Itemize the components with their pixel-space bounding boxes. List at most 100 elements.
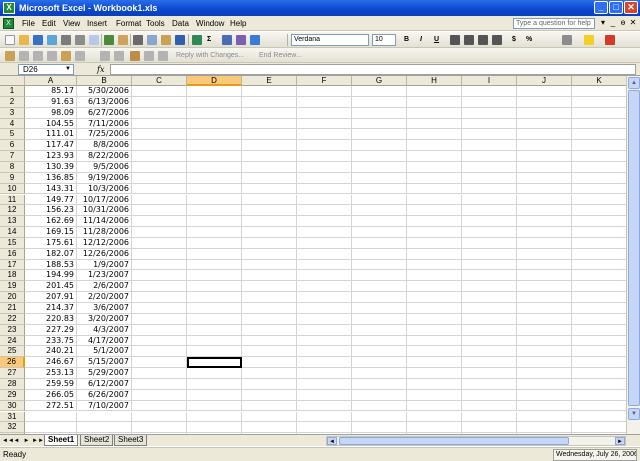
- research-icon[interactable]: [118, 35, 128, 45]
- cell-c30[interactable]: [132, 400, 187, 412]
- cell-g17[interactable]: [352, 259, 407, 271]
- cell-e21[interactable]: [242, 303, 297, 314]
- cell-k17[interactable]: [572, 260, 626, 271]
- cell-f28[interactable]: [297, 378, 352, 390]
- cell-c2[interactable]: [132, 96, 187, 108]
- cell-c29[interactable]: [132, 389, 187, 401]
- cell-e1[interactable]: [242, 86, 297, 97]
- cell-b8[interactable]: 9/5/2006: [77, 161, 132, 173]
- cell-d23[interactable]: [187, 324, 242, 336]
- cell-h32[interactable]: [407, 422, 462, 434]
- column-header-d[interactable]: D: [187, 76, 242, 86]
- cell-h22[interactable]: [407, 313, 462, 325]
- cell-d8[interactable]: [187, 161, 242, 173]
- align-left-icon[interactable]: [450, 35, 460, 45]
- cell-c27[interactable]: [132, 368, 187, 379]
- cell-f27[interactable]: [297, 368, 352, 379]
- column-header-h[interactable]: H: [407, 76, 462, 86]
- restore-button[interactable]: □: [609, 1, 623, 14]
- name-box-dropdown-icon[interactable]: ▼: [63, 65, 73, 74]
- row-header[interactable]: 23: [0, 324, 25, 336]
- row-header[interactable]: 5: [0, 129, 25, 141]
- cell-d17[interactable]: [187, 259, 242, 271]
- cell-f29[interactable]: [297, 389, 352, 401]
- row-header[interactable]: 1: [0, 86, 25, 97]
- cell-f9[interactable]: [297, 172, 352, 184]
- cell-i29[interactable]: [462, 389, 517, 401]
- review-icon[interactable]: [61, 51, 71, 61]
- permission-icon[interactable]: [47, 35, 57, 45]
- cell-a28[interactable]: 259.59: [25, 378, 77, 390]
- cell-i32[interactable]: [462, 422, 517, 434]
- excel-app-icon[interactable]: X: [3, 2, 15, 14]
- cell-j8[interactable]: [517, 161, 572, 173]
- scroll-left-icon[interactable]: ◄: [327, 437, 337, 445]
- cell-f23[interactable]: [297, 324, 352, 336]
- row-header[interactable]: 19: [0, 281, 25, 293]
- cell-h1[interactable]: [407, 86, 462, 97]
- cell-g32[interactable]: [352, 422, 407, 434]
- cell-j4[interactable]: [517, 118, 572, 130]
- print-icon[interactable]: [75, 35, 85, 45]
- cell-e25[interactable]: [242, 346, 297, 358]
- chart-wizard-icon[interactable]: [236, 35, 246, 45]
- end-review-button[interactable]: End Review...: [259, 51, 302, 61]
- cell-j11[interactable]: [517, 194, 572, 206]
- cell-f21[interactable]: [297, 303, 352, 314]
- row-header[interactable]: 29: [0, 389, 25, 401]
- column-header-f[interactable]: F: [297, 76, 352, 86]
- cell-h14[interactable]: [407, 227, 462, 238]
- cell-a1[interactable]: 85.17: [25, 86, 77, 97]
- row-header[interactable]: 31: [0, 411, 25, 423]
- cell-g18[interactable]: [352, 270, 407, 282]
- cell-c6[interactable]: [132, 140, 187, 152]
- cell-f24[interactable]: [297, 335, 352, 347]
- cell-f5[interactable]: [297, 129, 352, 141]
- cell-j6[interactable]: [517, 140, 572, 152]
- cell-b20[interactable]: 2/20/2007: [77, 292, 132, 303]
- cell-f19[interactable]: [297, 281, 352, 293]
- column-header-b[interactable]: B: [77, 76, 132, 86]
- cell-j18[interactable]: [517, 270, 572, 282]
- cell-g19[interactable]: [352, 281, 407, 293]
- cell-f20[interactable]: [297, 292, 352, 303]
- cell-j12[interactable]: [517, 205, 572, 217]
- font-size-select[interactable]: 10: [372, 34, 396, 46]
- cell-d10[interactable]: [187, 183, 242, 195]
- cell-g14[interactable]: [352, 227, 407, 238]
- open-icon[interactable]: [19, 35, 29, 45]
- workbook-icon[interactable]: X: [3, 18, 14, 29]
- cell-e2[interactable]: [242, 96, 297, 108]
- cell-e18[interactable]: [242, 270, 297, 282]
- cut-icon[interactable]: [133, 35, 143, 45]
- cell-h2[interactable]: [407, 96, 462, 108]
- tab-sheet3[interactable]: Sheet3: [114, 435, 148, 446]
- cell-h9[interactable]: [407, 172, 462, 184]
- cell-c16[interactable]: [132, 248, 187, 260]
- cell-a25[interactable]: 240.21: [25, 346, 77, 358]
- cell-b19[interactable]: 2/6/2007: [77, 281, 132, 293]
- cell-a22[interactable]: 220.83: [25, 313, 77, 325]
- cell-c12[interactable]: [132, 205, 187, 217]
- cell-c28[interactable]: [132, 378, 187, 390]
- cell-c1[interactable]: [132, 86, 187, 97]
- cell-d7[interactable]: [187, 151, 242, 162]
- cell-f7[interactable]: [297, 151, 352, 162]
- doc-restore-button[interactable]: ɵ: [618, 18, 628, 28]
- cell-k13[interactable]: [572, 216, 626, 228]
- cell-g2[interactable]: [352, 96, 407, 108]
- prev-sheet-icon[interactable]: ◄: [12, 436, 21, 446]
- row-header[interactable]: 32: [0, 422, 25, 434]
- cell-b25[interactable]: 5/1/2007: [77, 346, 132, 358]
- cell-f14[interactable]: [297, 227, 352, 238]
- cell-a7[interactable]: 123.93: [25, 151, 77, 162]
- cell-b27[interactable]: 5/29/2007: [77, 368, 132, 379]
- cell-k4[interactable]: [572, 119, 626, 130]
- cell-b6[interactable]: 8/8/2006: [77, 140, 132, 152]
- cell-d30[interactable]: [187, 400, 242, 412]
- reply-with-changes-button[interactable]: Reply with Changes...: [176, 51, 244, 61]
- column-header-i[interactable]: I: [462, 76, 517, 86]
- cell-f4[interactable]: [297, 118, 352, 130]
- cell-c24[interactable]: [132, 335, 187, 347]
- cell-h4[interactable]: [407, 118, 462, 130]
